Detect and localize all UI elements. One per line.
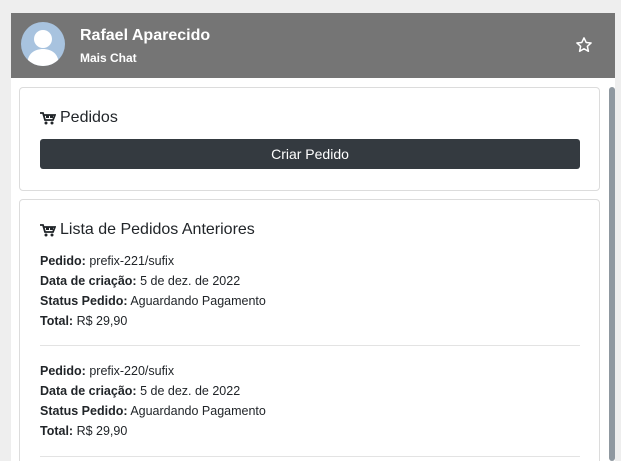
create-order-button[interactable]: Criar Pedido: [40, 139, 580, 169]
orders-card-title: Pedidos: [40, 109, 118, 127]
order-status-row: Status Pedido: Aguardando Pagamento: [40, 291, 580, 311]
contact-subtitle: Mais Chat: [80, 51, 137, 65]
chat-panel: Rafael Aparecido Mais Chat Pedidos Criar…: [11, 13, 615, 461]
vertical-scrollbar[interactable]: [609, 87, 615, 461]
user-avatar-icon[interactable]: [21, 22, 65, 66]
order-total-label: Total:: [40, 424, 74, 438]
order-date-row: Data de criação: 5 de dez. de 2022: [40, 381, 580, 401]
order-date-value: 5 de dez. de 2022: [140, 384, 241, 398]
order-status-row: Status Pedido: Aguardando Pagamento: [40, 401, 580, 421]
order-id-row: Pedido: prefix-221/sufix: [40, 251, 580, 271]
order-item[interactable]: Pedido: prefix-221/sufix Data de criação…: [40, 251, 580, 331]
shopping-cart-icon: [40, 111, 56, 124]
order-id-value: prefix-220/sufix: [89, 364, 175, 378]
order-status-value: Aguardando Pagamento: [130, 294, 266, 308]
order-item[interactable]: Pedido: prefix-220/sufix Data de criação…: [40, 361, 580, 441]
order-history-title: Lista de Pedidos Anteriores: [40, 221, 255, 239]
main-content: Pedidos Criar Pedido Lista de Pedidos An…: [11, 78, 615, 461]
order-history-title-text: Lista de Pedidos Anteriores: [60, 221, 255, 238]
order-status-label: Status Pedido:: [40, 404, 128, 418]
order-divider: [40, 345, 580, 346]
orders-title-text: Pedidos: [60, 109, 118, 126]
order-status-label: Status Pedido:: [40, 294, 128, 308]
order-total-label: Total:: [40, 314, 74, 328]
contact-name: Rafael Aparecido: [80, 27, 211, 44]
order-id-value: prefix-221/sufix: [89, 254, 175, 268]
order-total-row: Total: R$ 29,90: [40, 421, 580, 441]
order-divider: [40, 456, 580, 457]
order-date-label: Data de criação:: [40, 274, 137, 288]
order-id-row: Pedido: prefix-220/sufix: [40, 361, 580, 381]
order-total-row: Total: R$ 29,90: [40, 311, 580, 331]
star-outline-icon[interactable]: [575, 36, 593, 54]
order-date-value: 5 de dez. de 2022: [140, 274, 241, 288]
order-history-card: Lista de Pedidos Anteriores Pedido: pref…: [19, 199, 600, 461]
order-date-row: Data de criação: 5 de dez. de 2022: [40, 271, 580, 291]
order-status-value: Aguardando Pagamento: [130, 404, 266, 418]
order-id-label: Pedido:: [40, 254, 86, 268]
order-date-label: Data de criação:: [40, 384, 137, 398]
contact-header: Rafael Aparecido Mais Chat: [11, 13, 615, 78]
orders-card: Pedidos Criar Pedido: [19, 87, 600, 191]
order-total-value: R$ 29,90: [76, 314, 128, 328]
order-total-value: R$ 29,90: [76, 424, 128, 438]
shopping-cart-icon: [40, 223, 56, 236]
order-id-label: Pedido:: [40, 364, 86, 378]
